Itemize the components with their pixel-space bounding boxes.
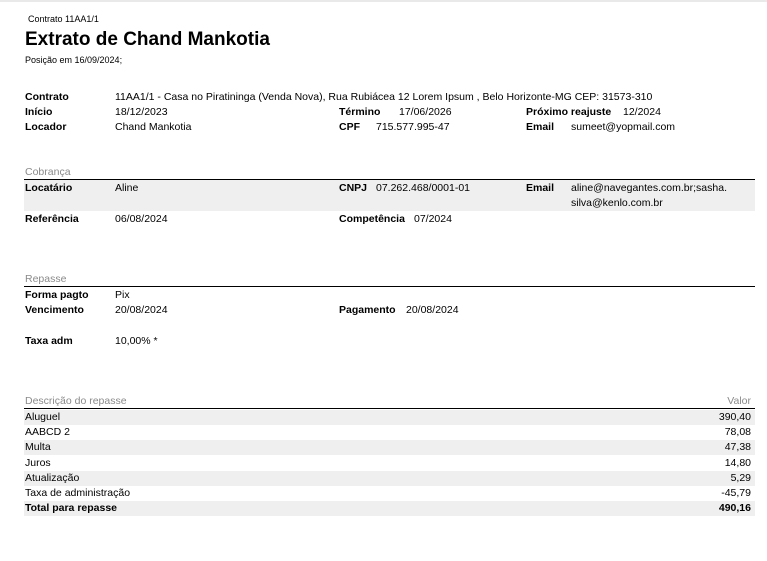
table-row-value: 47,38 xyxy=(724,441,751,453)
pagamento-value: 20/08/2024 xyxy=(406,304,459,316)
locador-email-value: sumeet@yopmail.com xyxy=(571,121,676,133)
locatario-label: Locatário xyxy=(25,182,73,194)
vencimento-label: Vencimento xyxy=(25,304,84,316)
total-shade xyxy=(24,501,755,516)
forma-pagto-label: Forma pagto xyxy=(25,289,89,301)
taxa-adm-value: 10,00% * xyxy=(115,335,158,347)
page-title: Extrato de Chand Mankotia xyxy=(25,29,270,50)
table-row-label: Juros xyxy=(25,457,51,469)
locatario-email-label: Email xyxy=(526,182,555,194)
table-row-label: Atualização xyxy=(25,472,80,484)
contrato-label: Contrato xyxy=(25,91,69,103)
cpf-value: 715.577.995-47 xyxy=(376,121,450,133)
reajuste-label: Próximo reajuste xyxy=(526,106,612,118)
table-divider xyxy=(24,408,755,409)
inicio-value: 18/12/2023 xyxy=(115,106,168,118)
table-row-value: 14,80 xyxy=(724,457,751,469)
table-row-value: 5,29 xyxy=(730,472,751,484)
cnpj-value: 07.262.468/0001-01 xyxy=(376,182,471,194)
referencia-value: 06/08/2024 xyxy=(115,213,168,225)
termino-value: 17/06/2026 xyxy=(399,106,452,118)
position-date: Posição em 16/09/2024; xyxy=(25,55,123,65)
taxa-adm-label: Taxa adm xyxy=(25,335,73,347)
total-value: 490,16 xyxy=(718,502,751,514)
pagamento-label: Pagamento xyxy=(339,304,396,316)
competencia-label: Competência xyxy=(339,213,405,225)
locador-email-label: Email xyxy=(526,121,555,133)
reajuste-value: 12/2024 xyxy=(623,106,661,118)
locatario-email-line1: aline@navegantes.com.br;sasha. xyxy=(571,182,727,194)
locatario-email-line2: silva@kenlo.com.br xyxy=(571,197,663,209)
cpf-label: CPF xyxy=(339,121,360,133)
locador-value: Chand Mankotia xyxy=(115,121,192,133)
cobranca-title: Cobrança xyxy=(25,166,71,178)
table-row-label: Aluguel xyxy=(25,411,61,423)
row-shade xyxy=(24,410,755,425)
forma-pagto-value: Pix xyxy=(115,289,130,301)
locatario-value: Aline xyxy=(115,182,139,194)
row-shade xyxy=(24,471,755,486)
descricao-header: Descrição do repasse xyxy=(25,395,127,407)
total-label: Total para repasse xyxy=(25,502,118,514)
contrato-value: 11AA1/1 - Casa no Piratininga (Venda Nov… xyxy=(115,91,653,103)
vencimento-value: 20/08/2024 xyxy=(115,304,168,316)
valor-header: Valor xyxy=(727,395,751,407)
cnpj-label: CNPJ xyxy=(339,182,368,194)
row-shade xyxy=(24,440,755,455)
repasse-divider xyxy=(24,286,755,287)
top-border xyxy=(0,0,767,2)
table-row-value: 78,08 xyxy=(724,426,751,438)
termino-label: Término xyxy=(339,106,381,118)
table-row-value: -45,79 xyxy=(721,487,751,499)
competencia-value: 07/2024 xyxy=(414,213,452,225)
table-row-value: 390,40 xyxy=(718,411,751,423)
table-row-label: Multa xyxy=(25,441,51,453)
referencia-label: Referência xyxy=(25,213,79,225)
contract-reference: Contrato 11AA1/1 xyxy=(28,14,99,24)
repasse-title: Repasse xyxy=(25,273,67,285)
table-row-label: Taxa de administração xyxy=(25,487,131,499)
locador-label: Locador xyxy=(25,121,67,133)
table-row-label: AABCD 2 xyxy=(25,426,70,438)
inicio-label: Início xyxy=(25,106,53,118)
